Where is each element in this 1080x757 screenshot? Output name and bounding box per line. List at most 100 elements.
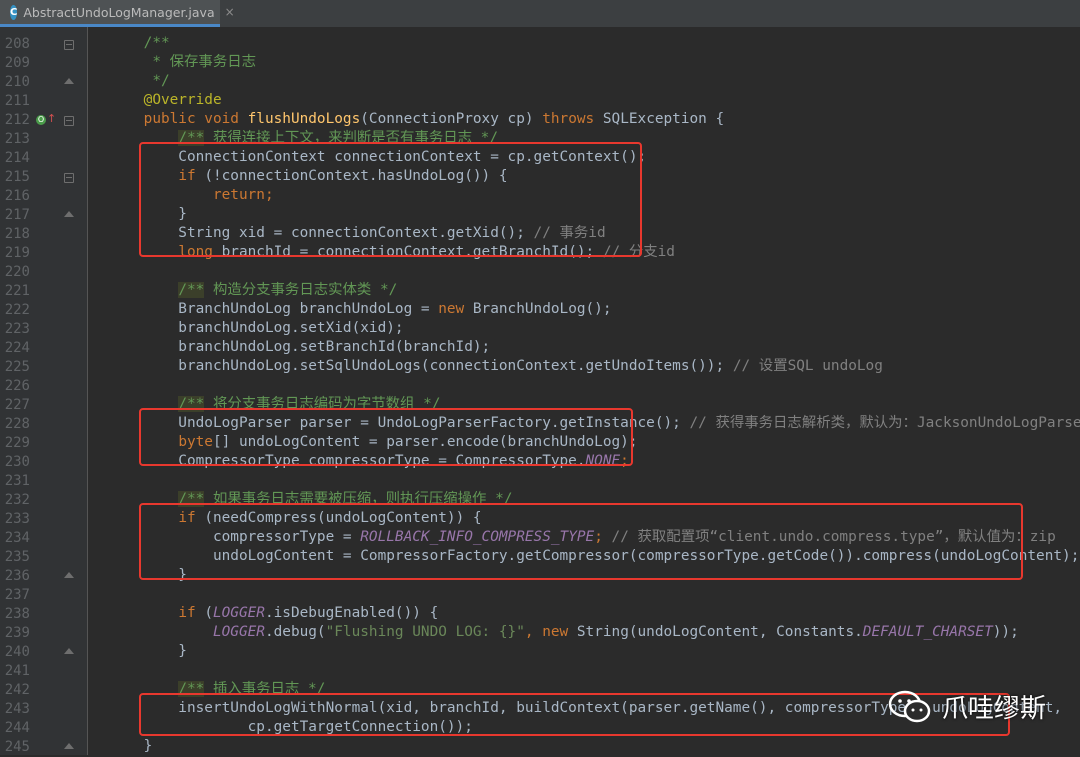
line-number: 212 xyxy=(0,111,30,130)
code-token: String(undoLogContent, Constants. xyxy=(577,624,863,640)
code-token: throws xyxy=(542,111,603,127)
code-token xyxy=(109,624,213,640)
fold-icon[interactable] xyxy=(64,648,74,654)
code-line: /** 构造分支事务日志实体类 */ xyxy=(109,281,397,300)
code-token: (ConnectionProxy cp) xyxy=(360,111,542,127)
code-token: branchUndoLog.setSqlUndoLogs(connectionC… xyxy=(109,358,733,374)
line-number: 228 xyxy=(0,415,30,434)
code-token: branchUndoLog.setXid(xid); xyxy=(109,320,404,336)
code-token: new xyxy=(542,624,577,640)
code-token: BranchUndoLog branchUndoLog = xyxy=(109,301,438,317)
line-number: 229 xyxy=(0,434,30,453)
line-number: 218 xyxy=(0,225,30,244)
wechat-icon xyxy=(888,689,932,725)
code-token: ( xyxy=(204,605,213,621)
code-line: branchUndoLog.setSqlUndoLogs(connectionC… xyxy=(109,357,883,376)
line-number: 210 xyxy=(0,73,30,92)
watermark: 爪哇缪斯 xyxy=(888,688,1046,725)
code-token: LOGGER xyxy=(213,624,265,640)
code-line: public void flushUndoLogs(ConnectionProx… xyxy=(109,110,724,129)
code-line: BranchUndoLog branchUndoLog = new Branch… xyxy=(109,300,612,319)
line-number: 242 xyxy=(0,681,30,700)
code-token: )); xyxy=(993,624,1019,640)
line-number: 221 xyxy=(0,282,30,301)
code-token: BranchUndoLog(); xyxy=(473,301,612,317)
code-token: // 设置SQL undoLog xyxy=(733,358,883,374)
fold-icon[interactable] xyxy=(64,40,74,50)
code-token: DEFAULT_CHARSET xyxy=(863,624,993,640)
line-number: 235 xyxy=(0,548,30,567)
line-number: 215 xyxy=(0,168,30,187)
close-icon[interactable]: × xyxy=(225,5,235,19)
code-token: */ xyxy=(109,73,170,89)
override-icon[interactable]: O xyxy=(36,115,46,125)
line-number: 238 xyxy=(0,605,30,624)
line-number: 220 xyxy=(0,263,30,282)
line-number: 213 xyxy=(0,130,30,149)
line-number: 226 xyxy=(0,377,30,396)
fold-icon[interactable] xyxy=(64,211,74,217)
code-token: public void xyxy=(109,111,248,127)
highlight-box xyxy=(139,503,1023,580)
code-token: LOGGER xyxy=(213,605,265,621)
fold-icon[interactable] xyxy=(64,78,74,84)
highlight-box xyxy=(139,142,642,257)
code-line: * 保存事务日志 xyxy=(109,53,256,72)
code-token: "Flushing UNDO LOG: {}" xyxy=(326,624,525,640)
fold-icon[interactable] xyxy=(64,743,74,749)
code-token: } xyxy=(109,643,187,659)
code-token: /** xyxy=(109,35,170,51)
code-token: // 获得事务日志解析类，默认为：JacksonUndoLogParser xyxy=(689,415,1080,431)
code-token: flushUndoLogs xyxy=(248,111,361,127)
line-number: 243 xyxy=(0,700,30,719)
code-token: } xyxy=(109,738,152,754)
fold-icon[interactable] xyxy=(64,173,74,183)
highlight-box xyxy=(139,408,633,466)
code-line: branchUndoLog.setXid(xid); xyxy=(109,319,404,338)
code-token: * 保存事务日志 xyxy=(109,54,256,70)
code-token: if xyxy=(178,605,204,621)
code-line: if (LOGGER.isDebugEnabled()) { xyxy=(109,604,438,623)
line-number: 223 xyxy=(0,320,30,339)
code-token: .debug( xyxy=(265,624,326,640)
line-number: 234 xyxy=(0,529,30,548)
tab-file-name: AbstractUndoLogManager.java xyxy=(23,5,214,20)
code-token: 构造分支事务日志实体类 */ xyxy=(204,282,397,298)
code-token xyxy=(109,605,178,621)
line-number: 225 xyxy=(0,358,30,377)
fold-icon[interactable] xyxy=(64,116,74,126)
code-token: new xyxy=(438,301,473,317)
code-token: , xyxy=(525,624,542,640)
line-number: 237 xyxy=(0,586,30,605)
line-number: 233 xyxy=(0,510,30,529)
code-token: @Override xyxy=(109,92,222,108)
tab-abstract-undo-log-manager[interactable]: C AbstractUndoLogManager.java × xyxy=(0,0,220,27)
line-number: 241 xyxy=(0,662,30,681)
line-number: 211 xyxy=(0,92,30,111)
code-line: } xyxy=(109,642,187,661)
line-number: 231 xyxy=(0,472,30,491)
code-editor[interactable]: /** * 保存事务日志 */ @Override public void fl… xyxy=(88,27,1080,755)
line-number: 222 xyxy=(0,301,30,320)
java-class-icon: C xyxy=(10,5,17,20)
code-line: branchUndoLog.setBranchId(branchId); xyxy=(109,338,490,357)
code-line: */ xyxy=(109,72,170,91)
code-line: /** xyxy=(109,34,170,53)
line-number: 239 xyxy=(0,624,30,643)
line-number: 232 xyxy=(0,491,30,510)
line-number: 216 xyxy=(0,187,30,206)
fold-icon[interactable] xyxy=(64,572,74,578)
code-line: LOGGER.debug("Flushing UNDO LOG: {}", ne… xyxy=(109,623,1019,642)
line-number: 214 xyxy=(0,149,30,168)
line-number-gutter: 208209210211212O↑21321421521621721821922… xyxy=(0,27,88,755)
line-number: 219 xyxy=(0,244,30,263)
code-line: @Override xyxy=(109,91,222,110)
line-number: 208 xyxy=(0,35,30,54)
code-line: } xyxy=(109,737,152,756)
line-number: 236 xyxy=(0,567,30,586)
code-token: /** xyxy=(178,282,204,298)
editor-tab-bar: C AbstractUndoLogManager.java × xyxy=(0,0,1080,28)
code-token: branchUndoLog.setBranchId(branchId); xyxy=(109,339,490,355)
code-token: SQLException { xyxy=(603,111,724,127)
highlight-box xyxy=(139,693,1010,736)
